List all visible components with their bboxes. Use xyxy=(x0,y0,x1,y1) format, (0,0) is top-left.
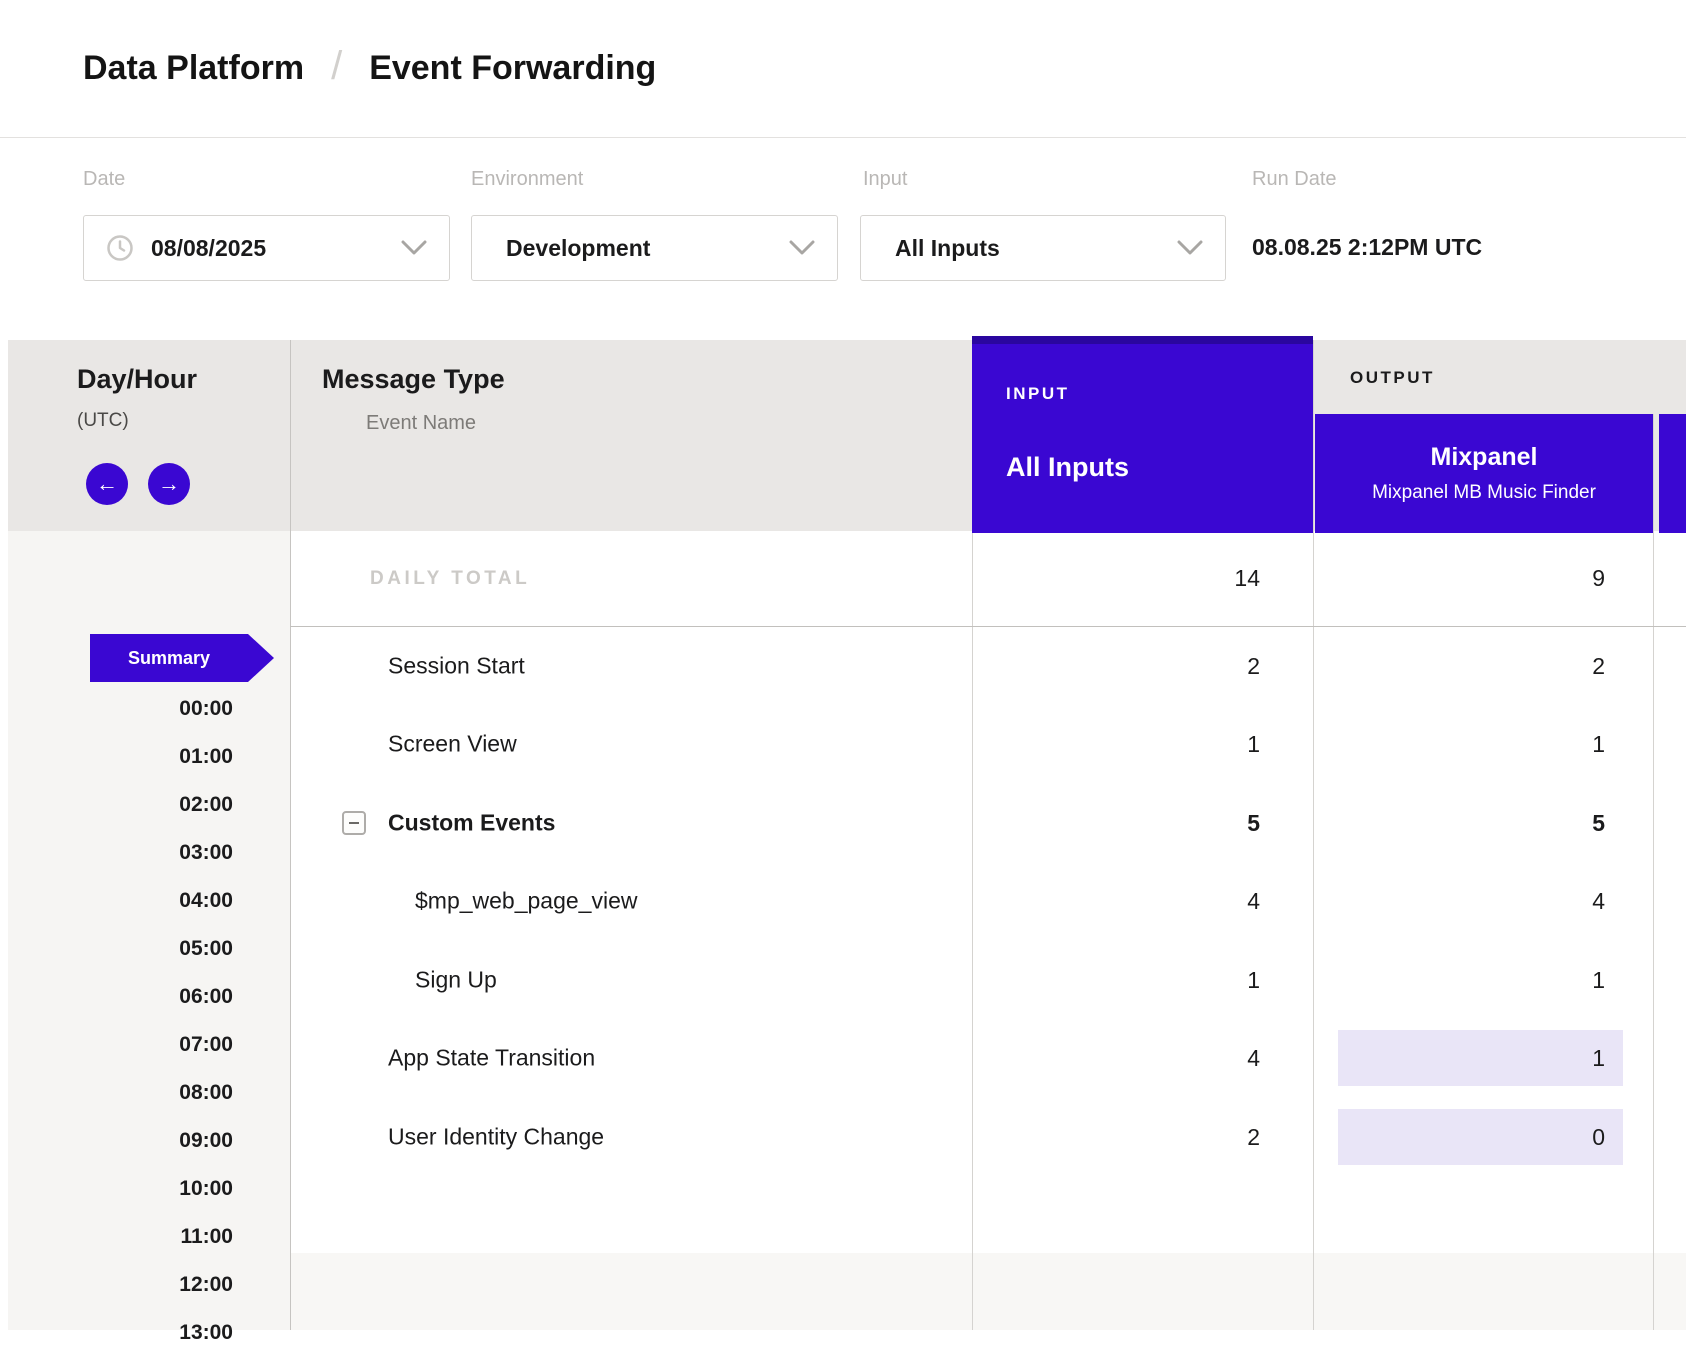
input-value: All Inputs xyxy=(895,235,1000,262)
arrow-right-icon: → xyxy=(158,471,180,497)
collapse-minus-icon[interactable] xyxy=(342,811,366,835)
output-count: 2 xyxy=(1313,627,1605,705)
chevron-down-icon xyxy=(789,240,815,256)
output-column-header: Mixpanel Mixpanel MB Music Finder xyxy=(1315,414,1653,533)
table-row-session-start: Session Start 2 2 xyxy=(290,627,1686,705)
event-label: User Identity Change xyxy=(388,1124,604,1151)
summary-selector-badge[interactable]: Summary xyxy=(90,634,274,682)
daily-total-row: DAILY TOTAL 14 9 xyxy=(290,531,1686,627)
table-row-screen-view: Screen View 1 1 xyxy=(290,705,1686,783)
input-eyebrow: INPUT xyxy=(1006,384,1070,404)
clock-icon xyxy=(106,234,134,262)
date-dropdown[interactable]: 08/08/2025 xyxy=(83,215,450,281)
input-count: 4 xyxy=(972,1019,1260,1097)
message-type-header: Message Type xyxy=(322,364,505,395)
grid-footer-area xyxy=(290,1253,1686,1330)
hour-row-label[interactable]: 01:00 xyxy=(8,733,233,781)
hour-row-label[interactable]: 12:00 xyxy=(8,1261,233,1309)
output-count: 1 xyxy=(1313,941,1605,1019)
day-hour-header: Day/Hour xyxy=(77,364,197,395)
breadcrumb: Data Platform / Event Forwarding xyxy=(83,0,656,137)
event-label: App State Transition xyxy=(388,1045,595,1072)
event-label: Session Start xyxy=(388,653,525,680)
table-row-user-identity-change: User Identity Change 2 0 xyxy=(290,1098,1686,1176)
output-count: 5 xyxy=(1313,784,1605,862)
chevron-down-icon xyxy=(1177,240,1203,256)
hour-row-label[interactable]: 11:00 xyxy=(8,1213,233,1261)
daily-total-label: DAILY TOTAL xyxy=(370,568,530,590)
input-count: 2 xyxy=(972,627,1260,705)
breadcrumb-separator: / xyxy=(331,44,342,89)
table-row-sign-up: Sign Up 1 1 xyxy=(290,941,1686,1019)
event-label: Custom Events xyxy=(388,810,555,837)
environment-filter-label: Environment xyxy=(471,168,583,191)
event-name-subheader: Event Name xyxy=(366,412,476,435)
input-dropdown[interactable]: All Inputs xyxy=(860,215,1226,281)
input-column-header: INPUT All Inputs xyxy=(972,336,1313,533)
table-row-custom-events: Custom Events 5 5 xyxy=(290,784,1686,862)
previous-day-button[interactable]: ← xyxy=(86,463,128,505)
input-count: 4 xyxy=(972,862,1260,940)
arrow-left-icon: ← xyxy=(96,471,118,497)
output-connection-name: Mixpanel xyxy=(1431,443,1538,472)
run-date-label: Run Date xyxy=(1252,168,1337,191)
next-day-button[interactable]: → xyxy=(148,463,190,505)
event-label: Sign Up xyxy=(415,967,497,994)
hour-list: 00:00 01:00 02:00 03:00 04:00 05:00 06:0… xyxy=(8,685,233,1357)
hour-row-label[interactable]: 02:00 xyxy=(8,781,233,829)
environment-dropdown[interactable]: Development xyxy=(471,215,838,281)
input-filter-label: Input xyxy=(863,168,907,191)
day-hour-timezone: (UTC) xyxy=(77,410,129,432)
breadcrumb-section[interactable]: Data Platform xyxy=(83,49,304,88)
input-column-title: All Inputs xyxy=(1006,452,1129,483)
hour-row-label[interactable]: 04:00 xyxy=(8,877,233,925)
event-label: $mp_web_page_view xyxy=(415,888,638,915)
input-count: 1 xyxy=(972,941,1260,1019)
hour-row-label[interactable]: 03:00 xyxy=(8,829,233,877)
hour-row-label[interactable]: 08:00 xyxy=(8,1069,233,1117)
table-row-app-state-transition: App State Transition 4 1 xyxy=(290,1019,1686,1097)
daily-total-input-value: 14 xyxy=(972,531,1260,626)
hour-row-label[interactable]: 13:00 xyxy=(8,1309,233,1357)
output-count: 0 xyxy=(1313,1098,1605,1176)
output-count: 1 xyxy=(1313,705,1605,783)
output-count: 4 xyxy=(1313,862,1605,940)
input-count: 5 xyxy=(972,784,1260,862)
hour-row-label[interactable]: 00:00 xyxy=(8,685,233,733)
input-count: 1 xyxy=(972,705,1260,783)
chevron-down-icon xyxy=(401,240,427,256)
hour-row-label[interactable]: 09:00 xyxy=(8,1117,233,1165)
environment-value: Development xyxy=(506,235,650,262)
page-title: Event Forwarding xyxy=(369,49,656,88)
date-filter-label: Date xyxy=(83,168,125,191)
output-connection-subtitle: Mixpanel MB Music Finder xyxy=(1372,482,1596,504)
next-output-column-partial xyxy=(1659,414,1686,533)
date-value: 08/08/2025 xyxy=(151,235,266,262)
hour-row-label[interactable]: 05:00 xyxy=(8,925,233,973)
hour-row-label[interactable]: 06:00 xyxy=(8,973,233,1021)
hour-row-label[interactable]: 10:00 xyxy=(8,1165,233,1213)
hour-row-label[interactable]: 07:00 xyxy=(8,1021,233,1069)
table-row-mp-web-page-view: $mp_web_page_view 4 4 xyxy=(290,862,1686,940)
daily-total-output-value: 9 xyxy=(1313,531,1605,626)
output-count: 1 xyxy=(1313,1019,1605,1097)
event-label: Screen View xyxy=(388,731,517,758)
run-date-value: 08.08.25 2:12PM UTC xyxy=(1252,234,1482,261)
output-eyebrow: OUTPUT xyxy=(1350,368,1435,388)
summary-label: Summary xyxy=(128,648,210,669)
input-count: 2 xyxy=(972,1098,1260,1176)
